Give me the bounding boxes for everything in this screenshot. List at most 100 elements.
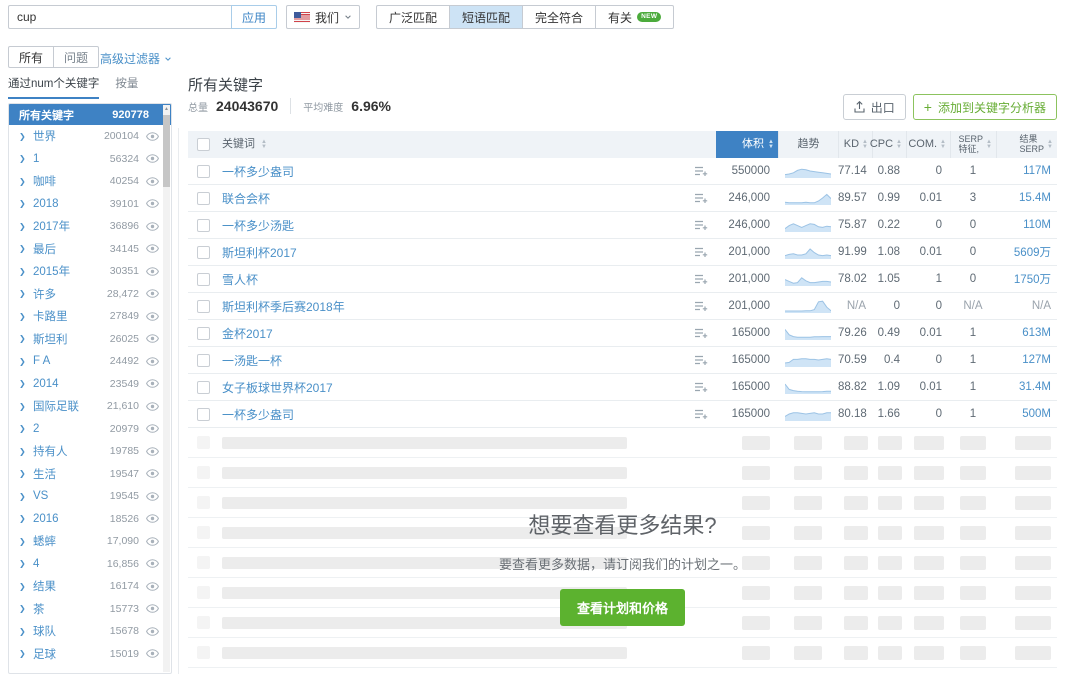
cell-results[interactable]: 127M bbox=[996, 354, 1057, 366]
sidebar-item-label[interactable]: 最后 bbox=[33, 241, 110, 257]
header-com[interactable]: COM. ▲▼ bbox=[906, 131, 950, 158]
sidebar-item-label[interactable]: 4 bbox=[33, 558, 107, 570]
tab-exact-match[interactable]: 完全符合 bbox=[523, 6, 596, 28]
sidebar-keyword-item[interactable]: ❯ 斯坦利 26025 bbox=[9, 328, 171, 351]
view-plans-button[interactable]: 查看计划和价格 bbox=[560, 589, 685, 626]
sidebar-keyword-item[interactable]: ❯ 咖啡 40254 bbox=[9, 170, 171, 193]
sidebar-keyword-item[interactable]: ❯ F A 24492 bbox=[9, 350, 171, 373]
scroll-up-arrow-icon[interactable]: ▲ bbox=[163, 106, 170, 112]
eye-icon[interactable] bbox=[146, 537, 159, 546]
sidebar-item-label[interactable]: 斯坦利 bbox=[33, 331, 110, 347]
region-dropdown[interactable]: 我们 bbox=[286, 5, 360, 29]
add-to-list-icon[interactable] bbox=[694, 247, 708, 258]
cell-results[interactable]: 5609万 bbox=[996, 244, 1057, 260]
eye-icon[interactable] bbox=[146, 177, 159, 186]
sidebar-item-label[interactable]: 2016 bbox=[33, 513, 110, 525]
eye-icon[interactable] bbox=[146, 222, 159, 231]
add-to-list-icon[interactable] bbox=[694, 382, 708, 393]
row-checkbox[interactable] bbox=[197, 273, 210, 286]
add-to-list-icon[interactable] bbox=[694, 220, 708, 231]
tab-by-number-of-keywords[interactable]: 通过num个关键字 bbox=[8, 75, 99, 99]
eye-icon[interactable] bbox=[146, 447, 159, 456]
eye-icon[interactable] bbox=[146, 267, 159, 276]
eye-icon[interactable] bbox=[146, 649, 159, 658]
sidebar-keyword-item[interactable]: ❯ 持有人 19785 bbox=[9, 440, 171, 463]
sidebar-keyword-item[interactable]: ❯ 球队 15678 bbox=[9, 620, 171, 643]
header-volume[interactable]: 体积 ▲▼ bbox=[716, 131, 778, 158]
sidebar-keyword-item[interactable]: ❯ 结果 16174 bbox=[9, 575, 171, 598]
add-to-keyword-analyzer-button[interactable]: + 添加到关键字分析器 bbox=[913, 94, 1057, 120]
tab-all[interactable]: 所有 bbox=[9, 47, 54, 67]
sidebar-keyword-item[interactable]: ❯ 4 16,856 bbox=[9, 553, 171, 576]
add-to-list-icon[interactable] bbox=[694, 193, 708, 204]
row-checkbox[interactable] bbox=[197, 219, 210, 232]
keyword-link[interactable]: 斯坦利杯2017 bbox=[222, 244, 694, 261]
sidebar-item-label[interactable]: 足球 bbox=[33, 646, 110, 662]
header-keyword[interactable]: 关键词 ▲▼ bbox=[218, 131, 716, 158]
keyword-link[interactable]: 一杯多少盎司 bbox=[222, 406, 694, 423]
sidebar-item-label[interactable]: 世界 bbox=[33, 128, 104, 144]
eye-icon[interactable] bbox=[146, 492, 159, 501]
advanced-filters-link[interactable]: 高级过滤器 bbox=[100, 50, 172, 67]
sidebar-keyword-item[interactable]: ❯ 世界 200104 bbox=[9, 125, 171, 148]
sidebar-item-label[interactable]: 2018 bbox=[33, 198, 110, 210]
select-all-checkbox[interactable] bbox=[197, 138, 210, 151]
cell-results[interactable]: 117M bbox=[996, 165, 1057, 177]
sidebar-item-label[interactable]: 2017年 bbox=[33, 218, 110, 234]
cell-results[interactable]: 15.4M bbox=[996, 192, 1057, 204]
sidebar-keyword-item[interactable]: ❯ 1 56324 bbox=[9, 148, 171, 171]
sidebar-item-label[interactable]: 结果 bbox=[33, 578, 110, 594]
cell-results[interactable]: 31.4M bbox=[996, 381, 1057, 393]
header-serp-features[interactable]: SERP 特征, ▲▼ bbox=[950, 131, 996, 158]
scrollbar-thumb[interactable] bbox=[163, 115, 170, 187]
tab-broad-match[interactable]: 广泛匹配 bbox=[377, 6, 450, 28]
row-checkbox[interactable] bbox=[197, 381, 210, 394]
cell-results[interactable]: 110M bbox=[996, 219, 1057, 231]
eye-icon[interactable] bbox=[146, 312, 159, 321]
row-checkbox[interactable] bbox=[197, 192, 210, 205]
row-checkbox[interactable] bbox=[197, 246, 210, 259]
add-to-list-icon[interactable] bbox=[694, 166, 708, 177]
sidebar-item-label[interactable]: 生活 bbox=[33, 466, 110, 482]
sidebar-item-label[interactable]: VS bbox=[33, 490, 110, 502]
sidebar-keyword-item[interactable]: ❯ 2015年 30351 bbox=[9, 260, 171, 283]
header-cpc[interactable]: CPC ▲▼ bbox=[872, 131, 906, 158]
add-to-list-icon[interactable] bbox=[694, 328, 708, 339]
keyword-link[interactable]: 一杯多少汤匙 bbox=[222, 217, 694, 234]
tab-phrase-match[interactable]: 短语匹配 bbox=[450, 6, 523, 28]
sidebar-keyword-item[interactable]: ❯ 生活 19547 bbox=[9, 463, 171, 486]
eye-icon[interactable] bbox=[146, 244, 159, 253]
row-checkbox[interactable] bbox=[197, 165, 210, 178]
tab-by-volume[interactable]: 按量 bbox=[115, 75, 138, 99]
sidebar-item-label[interactable]: 蟋蟀 bbox=[33, 533, 107, 549]
sidebar-keyword-item[interactable]: ❯ 许多 28,472 bbox=[9, 283, 171, 306]
sidebar-item-label[interactable]: 1 bbox=[33, 153, 110, 165]
sidebar-item-label[interactable]: 咖啡 bbox=[33, 173, 110, 189]
eye-icon[interactable] bbox=[146, 289, 159, 298]
sidebar-item-label[interactable]: 球队 bbox=[33, 623, 110, 639]
sidebar-list-header[interactable]: 所有关键字 920778 bbox=[9, 104, 171, 125]
keyword-link[interactable]: 金杯2017 bbox=[222, 325, 694, 342]
eye-icon[interactable] bbox=[146, 424, 159, 433]
eye-icon[interactable] bbox=[146, 357, 159, 366]
eye-icon[interactable] bbox=[146, 154, 159, 163]
sidebar-item-label[interactable]: 许多 bbox=[33, 286, 107, 302]
eye-icon[interactable] bbox=[146, 379, 159, 388]
sidebar-keyword-item[interactable]: ❯ 2 20979 bbox=[9, 418, 171, 441]
keyword-link[interactable]: 斯坦利杯季后赛2018年 bbox=[222, 298, 694, 315]
sidebar-keyword-item[interactable]: ❯ 茶 15773 bbox=[9, 598, 171, 621]
row-checkbox[interactable] bbox=[197, 354, 210, 367]
search-input[interactable] bbox=[8, 5, 232, 29]
keyword-link[interactable]: 一杯多少盎司 bbox=[222, 163, 694, 180]
eye-icon[interactable] bbox=[146, 582, 159, 591]
sidebar-scrollbar[interactable]: ▲ bbox=[163, 105, 170, 672]
eye-icon[interactable] bbox=[146, 469, 159, 478]
sidebar-item-label[interactable]: 2 bbox=[33, 423, 110, 435]
apply-button[interactable]: 应用 bbox=[231, 5, 277, 29]
keyword-link[interactable]: 女子板球世界杯2017 bbox=[222, 379, 694, 396]
sidebar-keyword-item[interactable]: ❯ VS 19545 bbox=[9, 485, 171, 508]
sidebar-keyword-item[interactable]: ❯ 足球 15019 bbox=[9, 643, 171, 666]
row-checkbox[interactable] bbox=[197, 327, 210, 340]
eye-icon[interactable] bbox=[146, 402, 159, 411]
keyword-link[interactable]: 一汤匙一杯 bbox=[222, 352, 694, 369]
